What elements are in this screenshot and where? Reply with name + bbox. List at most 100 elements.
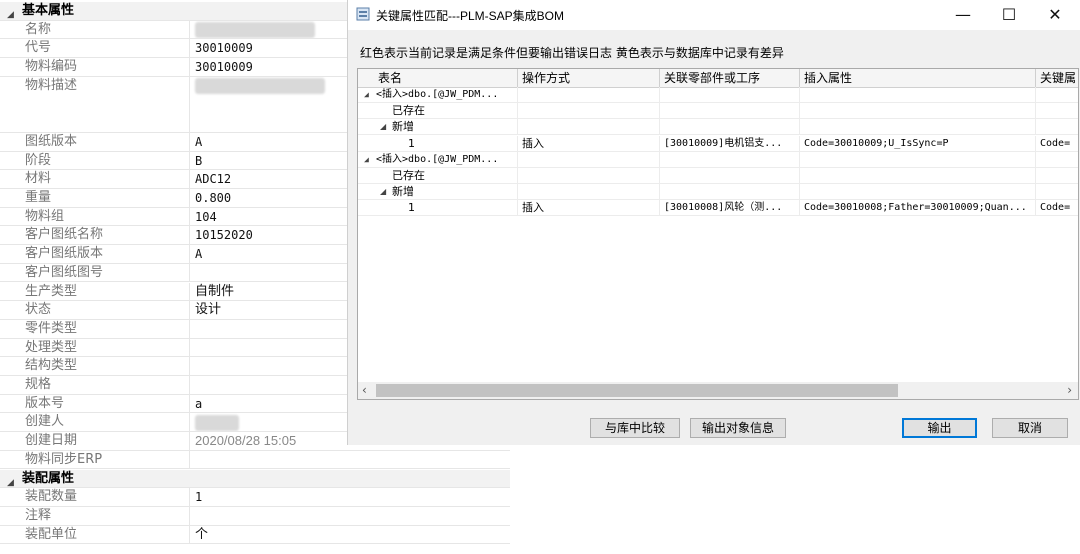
column-header-related-part[interactable]: 关联零部件或工序 <box>660 69 800 87</box>
tree-row[interactable]: ◢ 新增 <box>358 184 1078 201</box>
tree-cell[interactable] <box>660 184 800 201</box>
tree-cell[interactable] <box>800 151 1036 168</box>
match-tree-grid[interactable]: 表名 操作方式 关联零部件或工序 插入属性 关键属 ◢ <插入>dbo.[@JW_… <box>357 68 1079 400</box>
property-label: 物料同步ERP <box>0 450 190 469</box>
tree-cell[interactable] <box>660 151 800 168</box>
tree-cell[interactable]: ◢ <插入>dbo.[@JW_PDM... <box>358 87 518 103</box>
tree-cell[interactable] <box>800 168 1036 184</box>
tree-row[interactable]: ◢ <插入>dbo.[@JW_PDM... <box>358 87 1078 103</box>
expand-arrow-icon[interactable]: ◢ <box>380 119 386 135</box>
column-header-key[interactable]: 关键属 <box>1036 69 1078 87</box>
tree-cell[interactable] <box>1036 184 1078 200</box>
dialog-title: 关键属性匹配---PLM-SAP集成BOM <box>376 9 565 23</box>
app-icon <box>356 7 370 21</box>
tree-cell[interactable] <box>518 168 660 184</box>
tree-cell[interactable] <box>800 87 1036 103</box>
cell-rel: [30010009]电机铝支... <box>664 137 783 149</box>
property-value[interactable]: 个 <box>190 526 510 544</box>
property-value[interactable]: 1 <box>190 488 510 506</box>
tree-row[interactable]: 已存在 <box>358 168 1078 184</box>
tree-cell[interactable]: Code= <box>1036 200 1078 216</box>
tree-row[interactable]: ◢ <插入>dbo.[@JW_PDM... <box>358 151 1078 168</box>
tree-cell[interactable] <box>1036 103 1078 119</box>
title-bar[interactable]: 关键属性匹配---PLM-SAP集成BOM — ☐ ✕ <box>348 0 1080 30</box>
tree-cell[interactable] <box>800 184 1036 201</box>
tree-cell[interactable] <box>1036 119 1078 135</box>
tree-cell[interactable] <box>1036 87 1078 103</box>
tree-cell[interactable]: 1 <box>358 200 518 217</box>
tree-cell[interactable] <box>518 119 660 136</box>
cell-name: 1 <box>408 201 415 215</box>
minimize-button[interactable]: — <box>940 0 986 30</box>
property-label: 规格 <box>0 376 190 394</box>
tree-cell[interactable] <box>660 119 800 136</box>
tree-cell[interactable] <box>660 168 800 184</box>
output-button[interactable]: 输出 <box>902 418 977 438</box>
property-label: 代号 <box>0 39 190 58</box>
tree-row[interactable]: 已存在 <box>358 103 1078 120</box>
tree-cell[interactable] <box>1036 168 1078 184</box>
property-label: 结构类型 <box>0 357 190 375</box>
tree-row[interactable]: ◢ 新增 <box>358 119 1078 136</box>
category-assembly-properties[interactable]: ◢ 装配属性 <box>0 469 510 489</box>
redacted-value <box>195 414 239 431</box>
property-row[interactable]: 物料同步ERP <box>0 450 510 470</box>
tree-cell[interactable] <box>800 119 1036 136</box>
scroll-thumb[interactable] <box>376 384 898 397</box>
redacted-value <box>195 22 315 39</box>
property-row[interactable]: 注释 <box>0 506 510 526</box>
cell-name: 1 <box>408 136 415 150</box>
tree-cell[interactable]: 1 <box>358 135 518 152</box>
tree-cell[interactable]: Code=30010009;U_IsSync=P <box>800 135 1036 152</box>
property-label: 客户图纸图号 <box>0 263 190 282</box>
property-label: 装配数量 <box>0 488 190 506</box>
tree-cell[interactable] <box>660 87 800 103</box>
property-label: 阶段 <box>0 151 190 170</box>
property-value[interactable] <box>190 507 510 525</box>
tree-cell[interactable]: 插入 <box>518 135 660 152</box>
maximize-button[interactable]: ☐ <box>986 0 1032 30</box>
tree-cell[interactable]: [30010008]风轮（测... <box>660 200 800 217</box>
cell-rel: [30010008]风轮（测... <box>664 202 783 214</box>
tree-cell[interactable] <box>518 103 660 120</box>
cancel-button[interactable]: 取消 <box>992 418 1068 438</box>
expand-arrow-icon[interactable]: ◢ <box>380 184 386 200</box>
tree-cell[interactable]: 已存在 <box>358 168 518 184</box>
column-header-operation[interactable]: 操作方式 <box>518 69 660 87</box>
tree-cell[interactable]: ◢ <插入>dbo.[@JW_PDM... <box>358 151 518 168</box>
tree-row[interactable]: 1 插入 [30010008]风轮（测... Code=30010008;Father… <box>358 200 1078 217</box>
tree-row[interactable]: 1 插入 [30010009]电机铝支... Code=30010009;U_IsSy… <box>358 135 1078 152</box>
tree-cell[interactable] <box>1036 152 1078 168</box>
property-row[interactable]: 装配单位个 <box>0 525 510 545</box>
scroll-right-arrow-icon[interactable]: › <box>1067 382 1072 399</box>
property-label: 处理类型 <box>0 338 190 357</box>
cell-name: 新增 <box>392 185 414 199</box>
export-object-info-button[interactable]: 输出对象信息 <box>690 418 786 438</box>
tree-cell[interactable]: ◢ 新增 <box>358 184 518 201</box>
redacted-value <box>195 78 325 95</box>
property-row[interactable]: 装配数量 1 <box>0 488 510 507</box>
tree-cell[interactable]: 已存在 <box>358 103 518 120</box>
tree-cell[interactable] <box>518 184 660 201</box>
tree-cell[interactable] <box>518 87 660 103</box>
compare-with-db-button[interactable]: 与库中比较 <box>590 418 680 438</box>
close-button[interactable]: ✕ <box>1032 0 1078 30</box>
tree-cell[interactable] <box>518 151 660 168</box>
tree-cell[interactable]: ◢ 新增 <box>358 119 518 136</box>
column-header-insert-attributes[interactable]: 插入属性 <box>800 69 1036 87</box>
tree-cell[interactable]: Code=30010008;Father=30010009;Quan... <box>800 200 1036 217</box>
tree-cell[interactable] <box>800 103 1036 120</box>
cell-op: 插入 <box>522 201 544 215</box>
tree-cell[interactable]: [30010009]电机铝支... <box>660 135 800 152</box>
property-label: 版本号 <box>0 394 190 413</box>
column-header-table[interactable]: 表名 <box>358 69 518 87</box>
property-value[interactable] <box>190 451 510 469</box>
tree-cell[interactable] <box>660 103 800 120</box>
scroll-left-arrow-icon[interactable]: ‹ <box>362 382 367 399</box>
property-label: 重量 <box>0 189 190 207</box>
tree-cell[interactable]: Code= <box>1036 136 1078 152</box>
expand-arrow-icon[interactable]: ◢ <box>364 152 369 168</box>
expand-arrow-icon[interactable]: ◢ <box>364 87 369 103</box>
tree-cell[interactable]: 插入 <box>518 200 660 217</box>
horizontal-scrollbar[interactable]: ‹ › <box>358 382 1078 399</box>
